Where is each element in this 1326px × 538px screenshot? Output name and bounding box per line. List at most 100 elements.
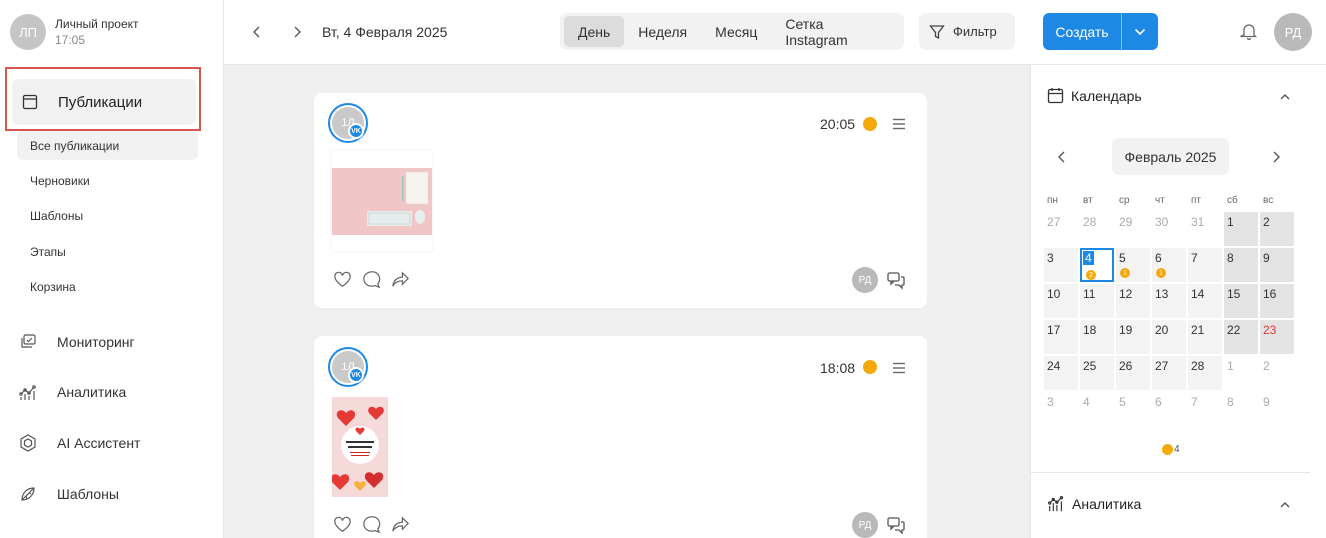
subitem-all-publications[interactable]: Все публикации [17, 131, 198, 160]
sidebar-item-analytics[interactable]: Аналитика [18, 377, 126, 407]
calendar-day[interactable]: 15 [1224, 284, 1258, 318]
post-image[interactable] [332, 151, 432, 251]
calendar-day[interactable]: 6 [1152, 392, 1186, 426]
prev-day-button[interactable] [248, 22, 266, 42]
sidebar-item-label: Публикации [58, 93, 143, 111]
month-label[interactable]: Февраль 2025 [1112, 138, 1229, 175]
next-day-button[interactable] [288, 22, 306, 42]
bell-icon[interactable] [1240, 22, 1258, 40]
calendar-day[interactable]: 25 [1080, 356, 1114, 390]
subitem-drafts[interactable]: Черновики [17, 166, 198, 195]
calendar-day[interactable]: 42 [1080, 248, 1114, 282]
create-button[interactable]: Создать [1043, 13, 1158, 50]
calendar-day[interactable]: 5 [1116, 392, 1150, 426]
day-number: 9 [1263, 395, 1270, 409]
sidebar-item-publications[interactable]: Публикации [12, 79, 196, 125]
calendar-day[interactable]: 16 [1260, 284, 1294, 318]
calendar-day[interactable]: 61 [1152, 248, 1186, 282]
analytics-section-header[interactable]: Аналитика [1047, 495, 1141, 513]
calendar-day[interactable]: 7 [1188, 248, 1222, 282]
calendar-day[interactable]: 28 [1080, 212, 1114, 246]
chevron-up-icon[interactable] [1277, 497, 1293, 513]
comment-icon[interactable] [361, 514, 382, 535]
calendar-day[interactable]: 29 [1116, 212, 1150, 246]
share-icon[interactable] [390, 269, 411, 290]
day-number: 21 [1191, 323, 1205, 337]
calendar-day[interactable]: 28 [1188, 356, 1222, 390]
chevron-right-icon [294, 26, 301, 38]
author-avatar[interactable]: РД [852, 267, 878, 293]
calendar-day[interactable]: 22 [1224, 320, 1258, 354]
calendar-day[interactable]: 8 [1224, 392, 1258, 426]
project-switcher[interactable]: ЛП Личный проект 17:05 [10, 12, 139, 52]
tab-week[interactable]: Неделя [624, 16, 701, 47]
comments-icon[interactable] [886, 270, 906, 290]
day-number: 3 [1047, 251, 1054, 265]
calendar-day[interactable]: 17 [1044, 320, 1078, 354]
weekday-label: пт [1191, 195, 1201, 206]
account-avatar[interactable]: 1Л VK [328, 347, 368, 387]
heart-icon[interactable] [332, 269, 353, 290]
calendar-day[interactable]: 13 [1152, 284, 1186, 318]
calendar-day[interactable]: 27 [1152, 356, 1186, 390]
day-number: 4 [1083, 395, 1090, 409]
calendar-day[interactable]: 8 [1224, 248, 1258, 282]
tab-day[interactable]: День [564, 16, 625, 47]
next-month-button[interactable] [1269, 150, 1283, 164]
calendar-day[interactable]: 31 [1188, 212, 1222, 246]
calendar-day[interactable]: 4 [1080, 392, 1114, 426]
share-icon[interactable] [390, 514, 411, 535]
calendar-day[interactable]: 9 [1260, 392, 1294, 426]
calendar-day[interactable]: 3 [1044, 248, 1078, 282]
calendar-day[interactable]: 11 [1080, 284, 1114, 318]
account-avatar[interactable]: 1Л VK [328, 103, 368, 143]
menu-icon[interactable] [892, 118, 906, 130]
calendar-day[interactable]: 23 [1260, 320, 1294, 354]
calendar-day[interactable]: 51 [1116, 248, 1150, 282]
project-name: Личный проект [55, 17, 139, 31]
chevron-up-icon[interactable] [1277, 89, 1293, 105]
heart-icon[interactable] [332, 514, 353, 535]
calendar-day[interactable]: 10 [1044, 284, 1078, 318]
calendar-section-header[interactable]: Календарь [1047, 87, 1142, 104]
post-card[interactable]: 1Л VK 18:08 РД [314, 336, 927, 538]
calendar-day[interactable]: 1 [1224, 356, 1258, 390]
calendar-day[interactable]: 2 [1260, 356, 1294, 390]
author-avatar[interactable]: РД [852, 512, 878, 538]
sidebar-item-templates[interactable]: Шаблоны [18, 479, 119, 509]
calendar-day[interactable]: 12 [1116, 284, 1150, 318]
create-dropdown-button[interactable] [1122, 28, 1158, 36]
calendar-day[interactable]: 9 [1260, 248, 1294, 282]
comments-icon[interactable] [886, 515, 906, 535]
calendar-day[interactable]: 27 [1044, 212, 1078, 246]
calendar-day[interactable]: 14 [1188, 284, 1222, 318]
calendar-day[interactable]: 21 [1188, 320, 1222, 354]
subitem-templates[interactable]: Шаблоны [17, 201, 198, 230]
calendar-day[interactable]: 30 [1152, 212, 1186, 246]
sidebar-item-monitoring[interactable]: Мониторинг [18, 327, 135, 357]
menu-icon[interactable] [892, 362, 906, 374]
weekday-label: чт [1155, 195, 1165, 206]
post-card[interactable]: 1Л VK 20:05 РД [314, 93, 927, 308]
subitem-stages[interactable]: Этапы [17, 237, 198, 266]
post-count-badge: 1 [1156, 268, 1166, 278]
calendar-day[interactable]: 18 [1080, 320, 1114, 354]
filter-button[interactable]: Фильтр [919, 13, 1015, 50]
calendar-day[interactable]: 24 [1044, 356, 1078, 390]
calendar-day[interactable]: 3 [1044, 392, 1078, 426]
calendar-day[interactable]: 19 [1116, 320, 1150, 354]
subitem-trash[interactable]: Корзина [17, 272, 198, 301]
comment-icon[interactable] [361, 269, 382, 290]
post-image[interactable] [330, 397, 388, 497]
calendar-day[interactable]: 7 [1188, 392, 1222, 426]
user-avatar[interactable]: РД [1274, 13, 1312, 51]
calendar-day[interactable]: 20 [1152, 320, 1186, 354]
sidebar-item-ai-assistant[interactable]: AI Ассистент [18, 428, 140, 458]
prev-month-button[interactable] [1055, 150, 1069, 164]
tab-month[interactable]: Месяц [701, 16, 771, 47]
calendar-day[interactable]: 2 [1260, 212, 1294, 246]
tab-instagram-grid[interactable]: Сетка Instagram [771, 16, 900, 48]
calendar-day[interactable]: 1 [1224, 212, 1258, 246]
current-date: Вт, 4 Февраля 2025 [322, 24, 448, 40]
calendar-day[interactable]: 26 [1116, 356, 1150, 390]
